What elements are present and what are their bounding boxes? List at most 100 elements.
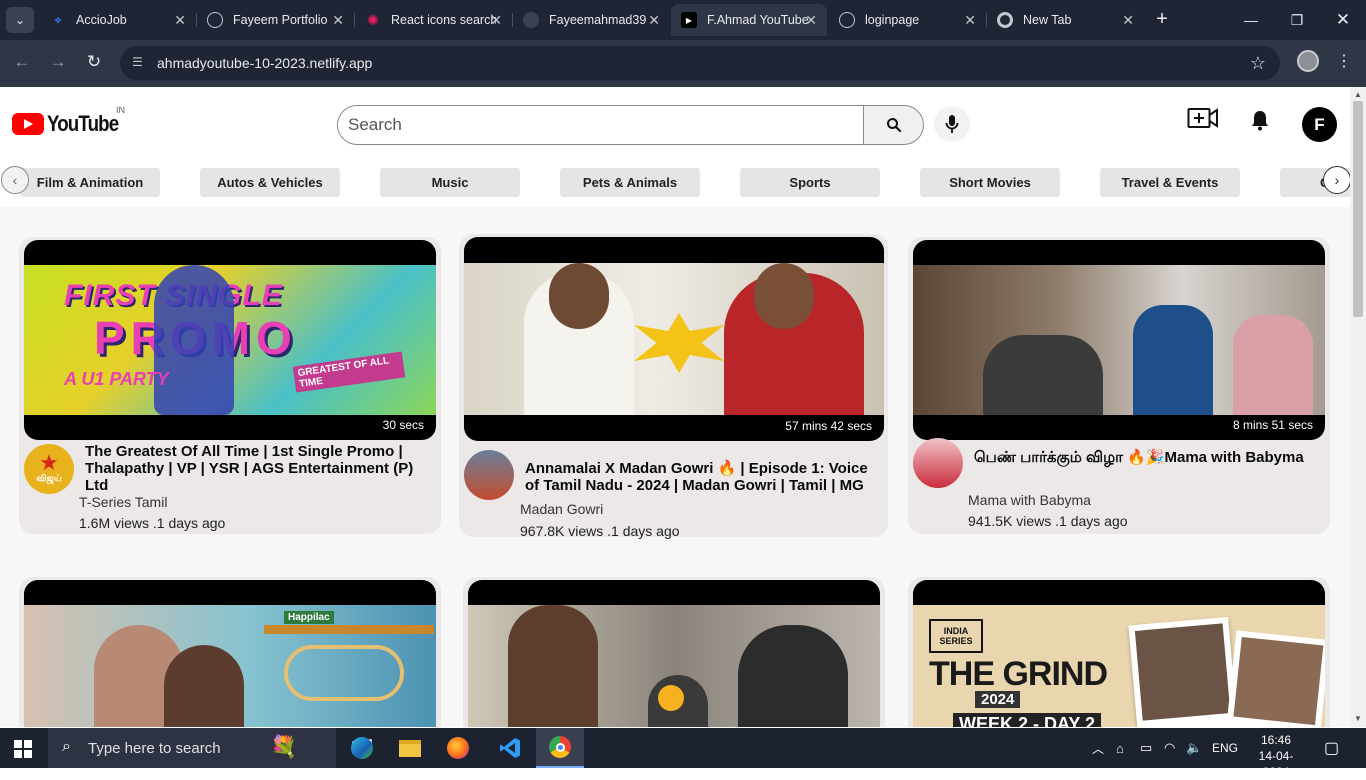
close-icon[interactable]: ✕	[964, 12, 976, 29]
close-icon[interactable]: ✕	[332, 12, 344, 29]
video-meta: 941.5K views .1 days ago	[968, 513, 1128, 529]
show-hidden-icons-chevron-icon[interactable]: ︿	[1092, 728, 1104, 768]
thumbnail-image	[464, 263, 884, 415]
wifi-icon[interactable]: ◠	[1164, 728, 1175, 768]
battery-icon[interactable]: ▭	[1140, 728, 1152, 768]
firefox-icon[interactable]	[434, 728, 482, 768]
tab-github[interactable]: Fayeemahmad39 ✕	[513, 4, 670, 36]
profile-avatar[interactable]	[1297, 50, 1319, 72]
forward-arrow-icon[interactable]: →	[46, 52, 70, 72]
language-indicator[interactable]: ENG	[1212, 728, 1238, 768]
close-window-button[interactable]: ✕	[1320, 6, 1366, 34]
chip-film-animation[interactable]: Film & Animation	[20, 168, 160, 197]
reload-icon[interactable]: ↻	[82, 52, 106, 72]
create-video-icon[interactable]	[1187, 107, 1219, 134]
address-bar[interactable]: ☰ ahmadyoutube-10-2023.netlify.app ☆	[120, 46, 1280, 80]
video-thumbnail[interactable]: Happilac	[24, 580, 436, 727]
voice-search-button[interactable]	[934, 106, 970, 142]
tab-acciojob[interactable]: ⟡ AccioJob ✕	[40, 4, 196, 36]
tab-ahmad-youtube[interactable]: ▶ F.Ahmad YouTube ✕	[671, 4, 827, 36]
video-duration: 57 mins 42 secs	[779, 417, 878, 435]
video-thumbnail[interactable]: 57 mins 42 secs	[464, 237, 884, 441]
notifications-icon[interactable]: ▢	[1324, 728, 1339, 768]
browser-menu-icon[interactable]: ⋮	[1336, 51, 1352, 71]
search-input[interactable]	[337, 105, 864, 145]
notifications-bell-icon[interactable]	[1250, 109, 1270, 136]
flower-widget-icon[interactable]: 💐	[270, 734, 297, 760]
channel-avatar[interactable]: ★ விஜய்	[24, 444, 74, 494]
chrome-icon[interactable]	[536, 728, 584, 768]
meet-now-icon[interactable]: ⌂	[1116, 728, 1124, 768]
bookmark-star-icon[interactable]: ☆	[1250, 53, 1266, 74]
vertical-scrollbar[interactable]: ▲ ▼	[1350, 87, 1366, 727]
windows-start-icon[interactable]	[14, 740, 32, 758]
video-thumbnail[interactable]: FIRST SINGLE PROMO A U1 PARTY GREATEST O…	[24, 240, 436, 440]
channel-avatar[interactable]	[464, 450, 514, 500]
close-icon[interactable]: ✕	[174, 12, 186, 29]
channel-name[interactable]: Mama with Babyma	[968, 492, 1091, 508]
chip-pets-animals[interactable]: Pets & Animals	[560, 168, 700, 197]
video-card[interactable]: 8 mins 51 secs பெண் பார்க்கும் விழா 🔥🎉Ma…	[908, 237, 1330, 534]
taskbar-clock[interactable]: 16:46 14-04-2024	[1246, 732, 1306, 780]
video-title[interactable]: பெண் பார்க்கும் விழா 🔥🎉Mama with Babyma	[974, 449, 1314, 466]
search-bar	[337, 105, 924, 145]
file-explorer-icon[interactable]	[386, 728, 434, 768]
scroll-up-icon[interactable]: ▲	[1354, 90, 1362, 99]
tab-new-tab[interactable]: New Tab ✕	[987, 4, 1144, 36]
back-arrow-icon[interactable]: ←	[10, 52, 34, 72]
windows-taskbar: ⌕ Type here to search 💐 ︿ ⌂ ▭ ◠ 🔈 ENG 16…	[0, 728, 1366, 779]
globe-icon	[207, 12, 223, 28]
close-icon[interactable]: ✕	[490, 12, 502, 29]
chip-autos-vehicles[interactable]: Autos & Vehicles	[200, 168, 340, 197]
tab-loginpage[interactable]: loginpage ✕	[829, 4, 986, 36]
new-tab-button[interactable]: +	[1150, 8, 1174, 31]
chip-sports[interactable]: Sports	[740, 168, 880, 197]
search-icon: ⌕	[62, 738, 71, 755]
video-title[interactable]: Annamalai X Madan Gowri 🔥 | Episode 1: V…	[525, 460, 875, 494]
tab-title: Fayeem Portfolio	[233, 13, 328, 27]
volume-icon[interactable]: 🔈	[1186, 728, 1202, 768]
user-avatar[interactable]: F	[1302, 107, 1337, 142]
tab-search-button[interactable]: ⌄	[6, 7, 34, 33]
video-card[interactable]: Happilac	[19, 577, 441, 727]
close-icon[interactable]: ✕	[805, 12, 817, 29]
tab-fayeem-portfolio[interactable]: Fayeem Portfolio ✕	[197, 4, 354, 36]
chip-music[interactable]: Music	[380, 168, 520, 197]
video-card[interactable]: FIRST SINGLE PROMO A U1 PARTY GREATEST O…	[19, 237, 441, 534]
video-card[interactable]: INDIA SERIES THE GRIND 2024 WEEK 2 - DAY…	[908, 577, 1330, 727]
edge-icon[interactable]	[338, 728, 386, 768]
chevron-left-icon[interactable]: ‹	[1, 166, 29, 194]
video-title[interactable]: The Greatest Of All Time | 1st Single Pr…	[85, 443, 425, 494]
url-text: ahmadyoutube-10-2023.netlify.app	[157, 55, 373, 71]
search-button[interactable]	[864, 105, 924, 145]
video-grid: FIRST SINGLE PROMO A U1 PARTY GREATEST O…	[0, 207, 1350, 727]
video-card[interactable]	[463, 577, 885, 727]
restore-button[interactable]: ❐	[1274, 6, 1320, 34]
channel-avatar[interactable]	[913, 438, 963, 488]
close-icon[interactable]: ✕	[1122, 12, 1134, 29]
thumb-text: GREATEST OF ALL TIME	[292, 351, 406, 393]
video-thumbnail[interactable]: 8 mins 51 secs	[913, 240, 1325, 440]
minimize-button[interactable]: —	[1228, 6, 1274, 34]
scroll-down-icon[interactable]: ▼	[1354, 714, 1362, 723]
chevron-right-icon[interactable]: ›	[1323, 166, 1350, 194]
tab-react-icons[interactable]: ✺ React icons search ✕	[355, 4, 512, 36]
video-thumbnail[interactable]: INDIA SERIES THE GRIND 2024 WEEK 2 - DAY…	[913, 580, 1325, 727]
channel-name[interactable]: Madan Gowri	[520, 501, 603, 517]
scrollbar-thumb[interactable]	[1353, 101, 1363, 317]
thumbnail-image: INDIA SERIES THE GRIND 2024 WEEK 2 - DAY…	[913, 605, 1325, 727]
browser-tab-strip: ⌄ ⟡ AccioJob ✕ Fayeem Portfolio ✕ ✺ Reac…	[0, 0, 1366, 40]
youtube-logo[interactable]: YouTube IN	[12, 105, 131, 137]
chip-short-movies[interactable]: Short Movies	[920, 168, 1060, 197]
chip-travel-events[interactable]: Travel & Events	[1100, 168, 1240, 197]
site-settings-icon[interactable]: ☰	[132, 55, 148, 71]
thumb-text: 2024	[975, 691, 1021, 708]
taskbar-search-placeholder: Type here to search	[88, 739, 221, 757]
channel-name[interactable]: T-Series Tamil	[79, 494, 167, 510]
video-thumbnail[interactable]	[468, 580, 880, 727]
globe-icon	[839, 12, 855, 28]
close-icon[interactable]: ✕	[648, 12, 660, 29]
vscode-icon[interactable]	[486, 728, 534, 768]
taskbar-search-box[interactable]: ⌕ Type here to search 💐	[48, 728, 336, 768]
video-card[interactable]: 57 mins 42 secs Annamalai X Madan Gowri …	[459, 234, 888, 539]
